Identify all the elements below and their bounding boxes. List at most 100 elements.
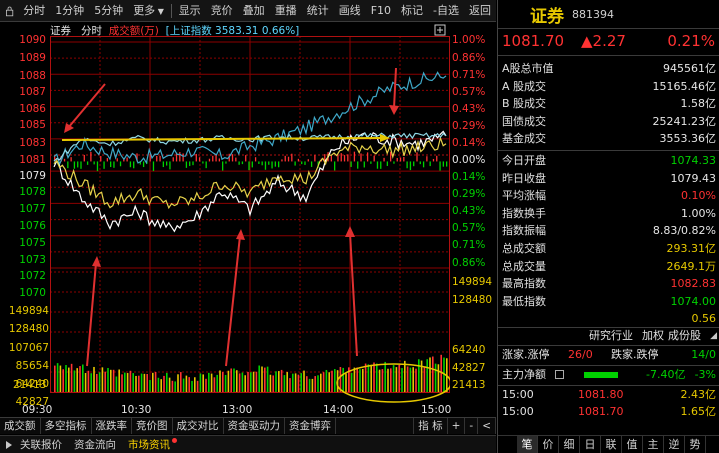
net-flow-bar: [116, 158, 118, 162]
tab-linked[interactable]: 联: [601, 436, 622, 453]
volume-bar: [230, 368, 232, 392]
industry-link[interactable]: 研究行业: [589, 327, 633, 345]
volume-bar: [275, 371, 277, 392]
net-flow-bar: [393, 161, 395, 164]
net-flow-bar: [291, 153, 293, 162]
volume-bar: [112, 369, 115, 392]
remove-button[interactable]: -: [465, 418, 479, 434]
volume-bar: [264, 367, 266, 392]
tab-reverse[interactable]: 逆: [664, 436, 685, 453]
f10-button[interactable]: F10: [366, 0, 396, 22]
highlight-arrow: [61, 137, 381, 141]
volume-bar: [367, 364, 370, 392]
volume-bar: [280, 369, 283, 392]
stat-row: 总成交量 2649.1万: [498, 258, 719, 276]
tab-turnover-compare[interactable]: 成交对比: [173, 418, 224, 434]
intraday-chart[interactable]: [50, 36, 450, 404]
net-flow-bar: [103, 161, 105, 169]
volume-bar: [381, 369, 384, 392]
net-flow-bar: [380, 161, 382, 169]
volume-bar: [356, 367, 358, 392]
volume-bar: [289, 378, 291, 392]
tab-1min[interactable]: 1分钟: [50, 0, 89, 22]
tab-auction-chart[interactable]: 竞价图: [132, 418, 173, 434]
volume-bar: [199, 373, 202, 392]
net-flow-bar: [304, 161, 306, 165]
replay-button[interactable]: 重播: [270, 0, 302, 22]
tab-long-short[interactable]: 多空指标: [41, 418, 92, 434]
stats-button[interactable]: 统计: [302, 0, 334, 22]
volume-bar: [210, 373, 213, 392]
settings-icon[interactable]: [434, 24, 446, 36]
volume-bar: [168, 377, 171, 392]
volume-bar: [110, 369, 112, 392]
volume-bar: [196, 380, 199, 392]
auction-button[interactable]: 竞价: [206, 0, 238, 22]
decliners-label: 跌家.跌停: [611, 348, 659, 361]
volume-bar: [283, 375, 286, 392]
triangle-down-icon[interactable]: ◢: [710, 327, 717, 345]
tab-trades[interactable]: 笔: [517, 436, 538, 453]
stat-label: 最低指数: [502, 294, 546, 308]
tab-daily[interactable]: 日: [580, 436, 601, 453]
net-flow-bar: [399, 157, 402, 162]
stat-label: 指数换手: [502, 206, 546, 220]
volume-bar: [266, 366, 269, 392]
add-button[interactable]: +: [448, 418, 466, 434]
net-flow-bar: [106, 158, 109, 162]
overlay-button[interactable]: 叠加: [238, 0, 270, 22]
fund-flow-button[interactable]: 资金流向: [68, 437, 122, 452]
weighted-link[interactable]: 加权: [642, 327, 664, 345]
tab-advance-decline[interactable]: 涨跌率: [92, 418, 132, 434]
volume-bar: [135, 375, 137, 392]
pct-tick: 0.14%: [452, 171, 486, 183]
volume-bar: [278, 371, 280, 392]
tab-turnover[interactable]: 成交额: [0, 418, 41, 434]
display-button[interactable]: 显示: [174, 0, 206, 22]
net-flow-bar: [274, 161, 277, 167]
tab-trend[interactable]: 势: [685, 436, 706, 453]
mark-button[interactable]: 标记: [396, 0, 428, 22]
net-flow-bar: [432, 158, 435, 162]
tab-price[interactable]: 价: [538, 436, 559, 453]
linked-quote-button[interactable]: 关联报价: [14, 437, 68, 452]
constituents-link[interactable]: 成份股: [668, 327, 701, 345]
market-news-button[interactable]: 市场资讯: [122, 437, 176, 452]
tab-fund-game[interactable]: 资金博弈: [285, 418, 336, 434]
tab-fund-drive[interactable]: 资金驱动力: [224, 418, 285, 434]
net-flow-bar: [416, 152, 418, 162]
net-flow-bar: [278, 161, 280, 168]
chevron-left-icon[interactable]: <: [478, 418, 496, 434]
net-flow-bar: [110, 161, 112, 168]
net-flow-bar: [86, 161, 89, 165]
quote-change-pct: 0.21%: [667, 32, 715, 50]
advancers-value: 26/0: [568, 348, 593, 361]
net-flow-bar: [129, 161, 132, 168]
net-flow-bar: [156, 155, 158, 162]
net-flow-bar: [426, 156, 428, 162]
volume-bar: [334, 369, 336, 392]
volume-bar: [364, 363, 367, 392]
net-flow-bar: [363, 161, 365, 168]
tab-detail[interactable]: 细: [559, 436, 580, 453]
grid-icon[interactable]: [555, 370, 564, 379]
volume-bar: [87, 370, 90, 392]
triangle-right-icon[interactable]: [4, 440, 14, 450]
more-menu[interactable]: 更多 ▼: [128, 0, 169, 22]
stat-value: 0.10%: [681, 189, 716, 203]
stat-label: 国债成交: [502, 114, 546, 128]
volume-bar: [213, 377, 216, 392]
net-flow-label: 主力净额: [502, 368, 546, 381]
tab-main[interactable]: 主: [643, 436, 664, 453]
volume-bar: [429, 357, 431, 392]
volume-tick-right: 149894: [452, 276, 493, 288]
tab-value[interactable]: 值: [622, 436, 643, 453]
volume-bar: [185, 375, 188, 392]
net-flow-bar: [360, 153, 362, 162]
tab-5min[interactable]: 5分钟: [89, 0, 128, 22]
stat-value: 1074.33: [670, 154, 717, 167]
indicator-button[interactable]: 指 标: [413, 418, 448, 434]
volume-bar: [306, 376, 308, 392]
draw-line-button[interactable]: 画线: [334, 0, 366, 22]
tick-amount: 2.43亿: [680, 388, 717, 401]
